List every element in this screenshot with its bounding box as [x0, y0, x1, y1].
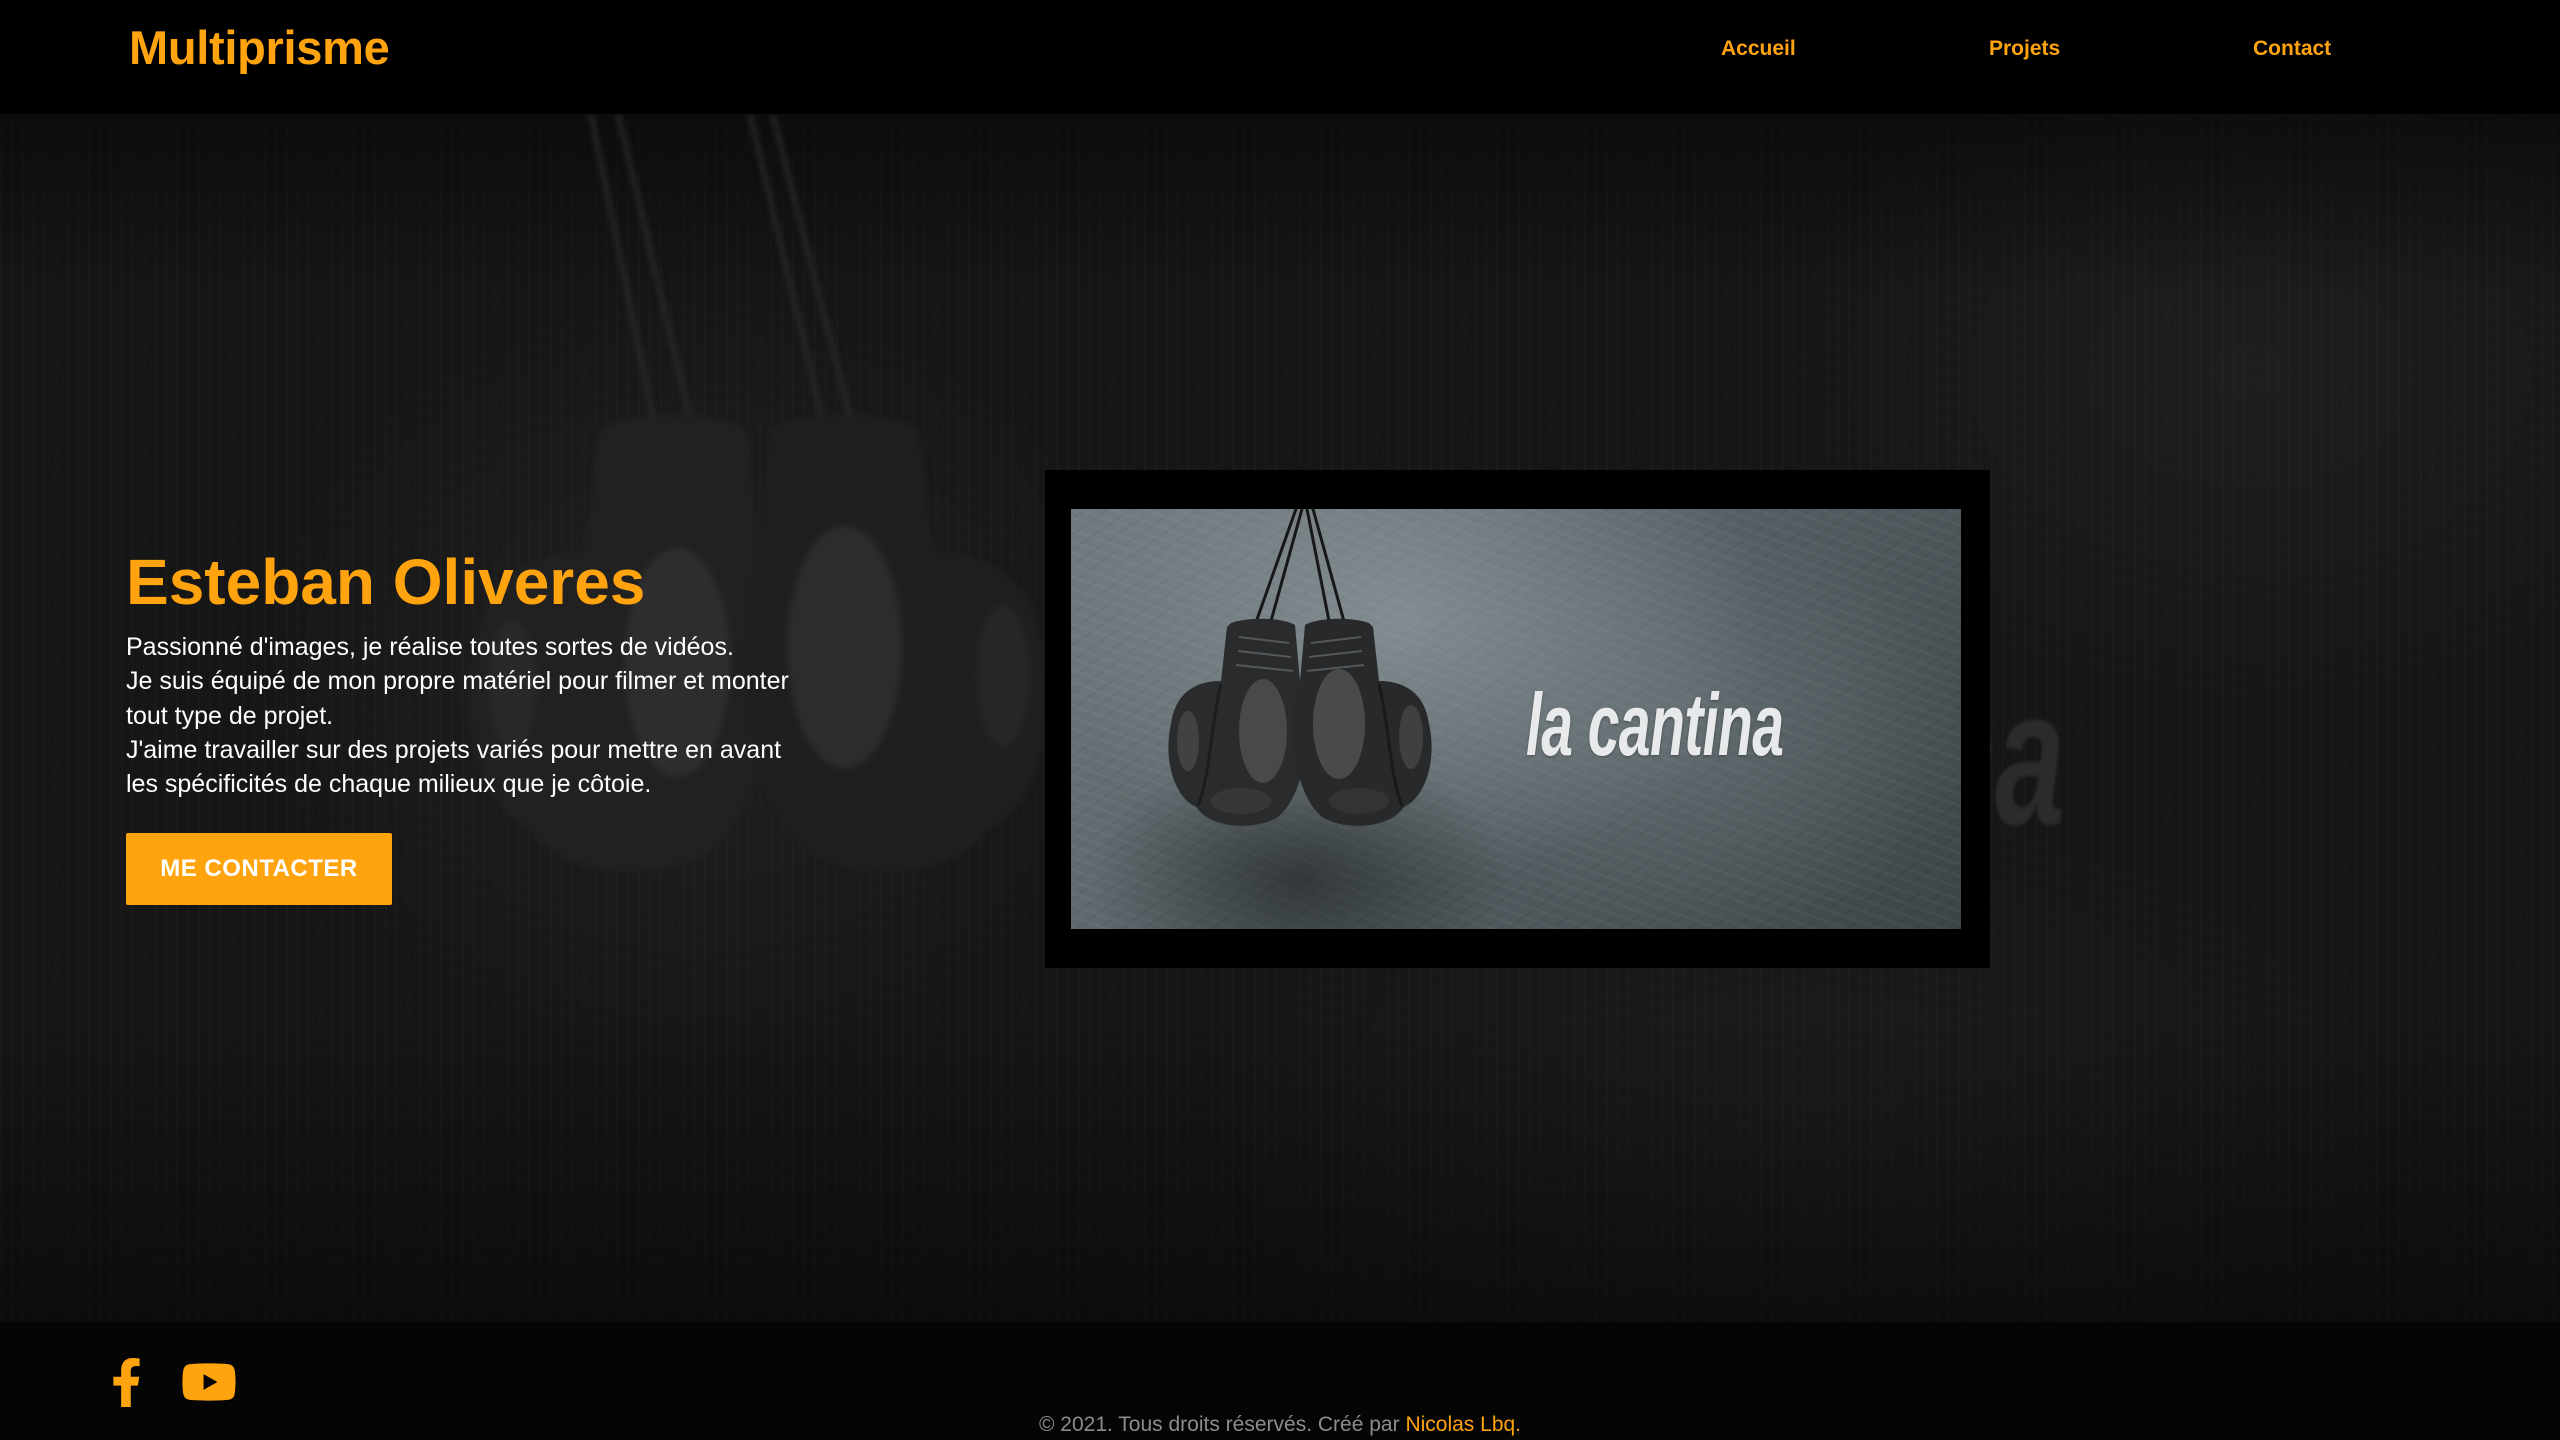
glove-laces — [1253, 509, 1347, 627]
facebook-link[interactable] — [111, 1358, 142, 1407]
author-link[interactable]: Nicolas Lbq. — [1405, 1413, 1521, 1436]
nav-link-contact[interactable]: Contact — [2253, 37, 2331, 61]
nav-link-accueil[interactable]: Accueil — [1721, 37, 1796, 61]
right-glove — [1292, 618, 1432, 826]
description-line: J'aime travailler sur des projets variés… — [126, 735, 782, 764]
site-footer: © 2021. Tous droits réservés. Créé par Ni… — [0, 1322, 2560, 1440]
right-glove-highlight — [1313, 669, 1365, 779]
youtube-link[interactable] — [181, 1357, 237, 1407]
copyright-text: © 2021. Tous droits réservés. Créé par Ni… — [0, 1413, 2560, 1437]
boxing-gloves-illustration — [1168, 509, 1432, 826]
bg-glove-laces — [588, 114, 856, 432]
video-thumbnail-logo-text: la cantina — [1526, 675, 1784, 774]
hero-section: la cantina Esteban Oliveres Passionné d'… — [0, 114, 2560, 1322]
contact-me-button[interactable]: ME CONTACTER — [126, 833, 392, 905]
video-frame: la cantina — [1045, 470, 1990, 968]
left-glove-highlight — [1239, 679, 1287, 783]
description-line: Je suis équipé de mon propre matériel po… — [126, 667, 789, 696]
nav-link-projets[interactable]: Projets — [1989, 37, 2060, 61]
bg-right-glove-thumb-highlight — [976, 605, 1030, 746]
right-glove-bottom-shade — [1329, 788, 1389, 814]
hero-title: Esteban Oliveres — [126, 546, 646, 618]
description-line: les spécificités de chaque milieux que j… — [126, 770, 652, 799]
facebook-icon — [113, 1358, 140, 1407]
description-line: Passionné d'images, je réalise toutes so… — [126, 633, 734, 661]
bg-right-glove-highlight — [787, 526, 902, 768]
right-glove-thumb-highlight — [1399, 705, 1423, 769]
main-nav: Accueil Projets Contact — [0, 0, 2560, 114]
left-glove — [1168, 618, 1308, 826]
copyright-label: © 2021. Tous droits réservés. Créé par — [1038, 1413, 1400, 1436]
hero-description: Passionné d'images, je réalise toutes so… — [126, 630, 789, 801]
site-header: Multiprisme Accueil Projets Contact — [0, 0, 2560, 114]
description-line: tout type de projet. — [126, 701, 334, 730]
video-player[interactable]: la cantina — [1071, 509, 1961, 929]
youtube-icon — [182, 1363, 236, 1401]
left-glove-bottom-shade — [1211, 788, 1271, 814]
left-glove-thumb-highlight — [1177, 711, 1199, 771]
